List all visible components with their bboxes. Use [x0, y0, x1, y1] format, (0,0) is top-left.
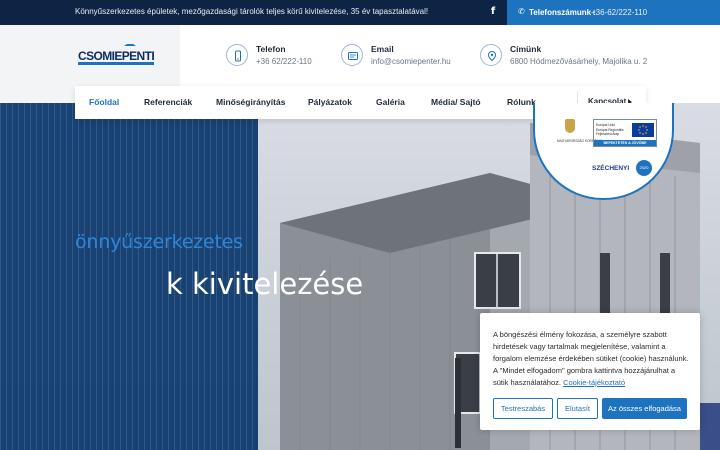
- hero-headline-1: önnyűszerkezetes: [75, 231, 243, 253]
- cookie-settings-button[interactable]: Testreszabás: [493, 398, 553, 419]
- eu-slogan: BEFEKTETÉS A JÖVŐBE: [594, 140, 656, 146]
- cookie-accept-all-button[interactable]: Az összes elfogadása: [602, 398, 687, 419]
- contact-email-label: Email: [371, 44, 394, 54]
- nav-item-referenciak[interactable]: Referenciák: [144, 97, 192, 107]
- contact-phone-value: +36 62/222-110: [256, 57, 312, 66]
- eu-text: Európai Unió Európai Regionális Fejlesztés…: [596, 123, 624, 136]
- contact-address-value: 6800 Hódmezővásárhely, Majolika u. 2: [510, 57, 648, 66]
- nav-item-minosegiranyitas[interactable]: Minőségirányítás: [216, 97, 285, 107]
- top-phone-label: Telefonszámunk :: [529, 8, 596, 17]
- contact-email[interactable]: Email info@csomiepenter.hu: [341, 42, 471, 72]
- phone-icon: ✆: [518, 7, 525, 16]
- contact-address-label: Címünk: [510, 44, 542, 54]
- top-bar: Könnyűszerkezetes épületek, mezőgazdaság…: [0, 0, 720, 25]
- mail-icon: [341, 44, 363, 66]
- nav-item-media-sajto[interactable]: Média/ Sajtó: [431, 97, 481, 107]
- top-phone-value: +36-62/222-110: [591, 8, 648, 17]
- nav-item-fooldal[interactable]: Főoldal: [89, 97, 119, 107]
- phone-icon: [226, 44, 248, 66]
- nav-item-galeria[interactable]: Galéria: [376, 97, 405, 107]
- cookie-consent: A böngészési élmény fokozása, a személyr…: [480, 313, 700, 430]
- cookie-text: A böngészési élmény fokozása, a személyr…: [493, 329, 689, 389]
- contact-phone-label: Telefon: [256, 44, 286, 54]
- cookie-reject-button[interactable]: Elutasít: [557, 398, 598, 419]
- eu-flag-icon: [632, 123, 654, 137]
- cookie-policy-link[interactable]: Cookie-tájékoztató: [563, 378, 625, 387]
- szechenyi-2020-icon: 2020: [636, 160, 652, 176]
- svg-text:CSOMIEPENTER: CSOMIEPENTER: [78, 49, 154, 63]
- contact-address[interactable]: Címünk 6800 Hódmezővásárhely, Majolika u…: [480, 42, 660, 72]
- hungary-crest-icon: [565, 119, 575, 133]
- hero-headline-2: k kivitelezése: [166, 267, 364, 301]
- tagline: Könnyűszerkezetes épületek, mezőgazdaság…: [75, 7, 429, 16]
- facebook-icon[interactable]: f: [488, 6, 498, 18]
- top-phone-box[interactable]: ✆ Telefonszámunk : +36-62/222-110: [507, 0, 720, 25]
- location-icon: [480, 44, 502, 66]
- szechenyi-label: SZÉCHENYI: [592, 165, 630, 172]
- contact-phone[interactable]: Telefon +36 62/222-110: [226, 42, 336, 72]
- nav-item-palyazatok[interactable]: Pályázatok: [308, 97, 352, 107]
- site-logo[interactable]: CSOMIEPENTER: [78, 44, 154, 68]
- nav-item-rolunk[interactable]: Rólunk: [507, 97, 536, 107]
- contact-email-value: info@csomiepenter.hu: [371, 57, 451, 66]
